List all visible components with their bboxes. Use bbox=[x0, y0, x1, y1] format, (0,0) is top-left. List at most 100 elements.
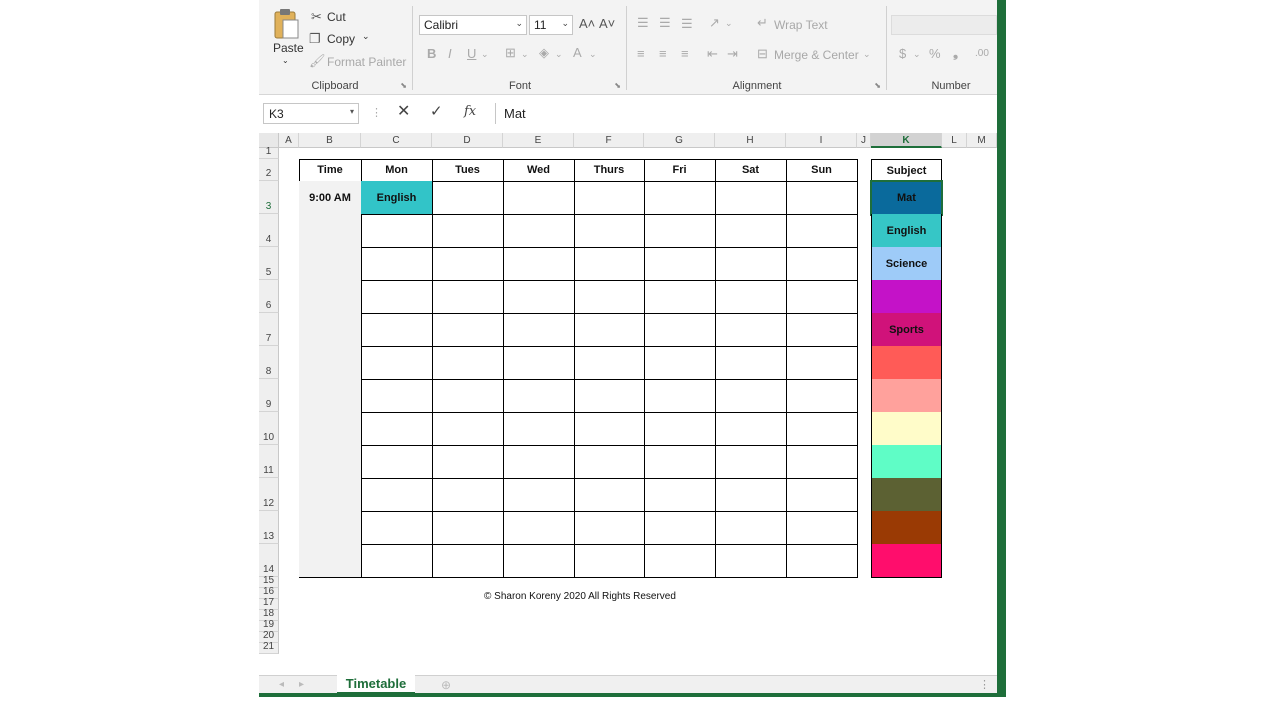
paste-dropdown-icon[interactable]: ⌄ bbox=[282, 56, 289, 65]
subject-item[interactable]: Science bbox=[871, 247, 942, 281]
timetable-cell[interactable] bbox=[503, 214, 575, 248]
row-header-4[interactable]: 4 bbox=[259, 214, 279, 247]
timetable-cell[interactable] bbox=[503, 478, 575, 512]
currency-dropdown-icon[interactable]: ⌄ bbox=[913, 47, 921, 61]
font-launcher-icon[interactable]: ⬊ bbox=[614, 81, 621, 90]
row-header-7[interactable]: 7 bbox=[259, 313, 279, 346]
timetable-cell[interactable] bbox=[574, 313, 645, 347]
timetable-cell[interactable] bbox=[503, 511, 575, 545]
row-header-8[interactable]: 8 bbox=[259, 346, 279, 379]
timetable-cell[interactable] bbox=[644, 280, 716, 314]
row-header-5[interactable]: 5 bbox=[259, 247, 279, 280]
column-header-k[interactable]: K bbox=[871, 133, 942, 148]
timetable-cell[interactable] bbox=[503, 280, 575, 314]
tab-bar-options-icon[interactable]: ⋮ bbox=[979, 678, 990, 692]
timetable-cell[interactable] bbox=[432, 412, 504, 446]
wrap-text-button[interactable]: Wrap Text bbox=[774, 18, 828, 32]
row-header-6[interactable]: 6 bbox=[259, 280, 279, 313]
timetable-cell[interactable] bbox=[644, 544, 716, 578]
subject-item[interactable] bbox=[871, 280, 942, 314]
align-right-icon[interactable]: ≡ bbox=[681, 47, 689, 61]
fill-color-dropdown-icon[interactable]: ⌄ bbox=[555, 47, 563, 61]
timetable-cell[interactable] bbox=[715, 511, 787, 545]
time-cell[interactable] bbox=[299, 214, 362, 248]
timetable-cell[interactable] bbox=[432, 313, 504, 347]
timetable-cell[interactable] bbox=[432, 511, 504, 545]
row-header-13[interactable]: 13 bbox=[259, 511, 279, 544]
timetable-cell[interactable] bbox=[574, 181, 645, 215]
timetable-cell[interactable] bbox=[786, 214, 858, 248]
timetable-cell[interactable] bbox=[361, 280, 433, 314]
timetable-cell[interactable] bbox=[644, 214, 716, 248]
sheet-tab-timetable[interactable]: Timetable bbox=[337, 675, 415, 694]
time-cell[interactable] bbox=[299, 412, 362, 446]
merge-dropdown-icon[interactable]: ⌄ bbox=[863, 47, 871, 61]
timetable-cell[interactable] bbox=[574, 214, 645, 248]
insert-function-icon[interactable]: fx bbox=[464, 105, 476, 119]
timetable-cell[interactable] bbox=[786, 445, 858, 479]
timetable-cell[interactable] bbox=[715, 379, 787, 413]
align-center-icon[interactable]: ≡ bbox=[659, 47, 667, 61]
timetable-cell[interactable] bbox=[644, 181, 716, 215]
comma-style-icon[interactable]: ❟ bbox=[953, 46, 958, 60]
column-header-g[interactable]: G bbox=[644, 133, 715, 148]
timetable-cell[interactable] bbox=[361, 313, 433, 347]
timetable-cell[interactable] bbox=[644, 313, 716, 347]
time-cell[interactable] bbox=[299, 379, 362, 413]
column-header-i[interactable]: I bbox=[786, 133, 857, 148]
format-painter-button[interactable]: 🖌 Format Painter bbox=[309, 53, 409, 71]
timetable-cell[interactable] bbox=[432, 346, 504, 380]
borders-icon[interactable]: ⊞ bbox=[505, 46, 516, 60]
subject-item[interactable] bbox=[871, 445, 942, 479]
increase-indent-icon[interactable]: ⇥ bbox=[727, 47, 738, 61]
copy-dropdown-icon[interactable]: ⌄ bbox=[362, 31, 370, 42]
font-color-icon[interactable]: A bbox=[573, 46, 582, 60]
align-bottom-icon[interactable]: ☰ bbox=[681, 17, 693, 31]
timetable-cell[interactable] bbox=[644, 412, 716, 446]
number-format-select[interactable] bbox=[891, 15, 997, 35]
time-cell[interactable] bbox=[299, 247, 362, 281]
column-header-l[interactable]: L bbox=[942, 133, 967, 148]
column-header-a[interactable]: A bbox=[279, 133, 299, 148]
timetable-cell[interactable] bbox=[361, 544, 433, 578]
timetable-cell[interactable] bbox=[786, 379, 858, 413]
timetable-cell[interactable] bbox=[503, 544, 575, 578]
timetable-cell[interactable] bbox=[361, 346, 433, 380]
timetable-cell[interactable] bbox=[786, 478, 858, 512]
formula-input[interactable]: Mat bbox=[495, 103, 997, 124]
timetable-cell[interactable] bbox=[361, 247, 433, 281]
timetable-cell[interactable] bbox=[715, 214, 787, 248]
timetable-cell[interactable] bbox=[574, 379, 645, 413]
subject-item[interactable] bbox=[871, 544, 942, 578]
timetable-cell[interactable] bbox=[644, 247, 716, 281]
timetable-cell[interactable] bbox=[786, 313, 858, 347]
timetable-cell[interactable] bbox=[361, 445, 433, 479]
column-header-c[interactable]: C bbox=[361, 133, 432, 148]
align-top-icon[interactable]: ☰ bbox=[637, 16, 649, 30]
column-header-e[interactable]: E bbox=[503, 133, 574, 148]
timetable-cell[interactable] bbox=[715, 247, 787, 281]
row-header-10[interactable]: 10 bbox=[259, 412, 279, 445]
fill-color-icon[interactable]: ◈ bbox=[539, 46, 549, 60]
subject-item[interactable] bbox=[871, 511, 942, 545]
add-sheet-icon[interactable]: ⊕ bbox=[441, 678, 451, 692]
column-header-h[interactable]: H bbox=[715, 133, 786, 148]
timetable-cell[interactable] bbox=[574, 544, 645, 578]
timetable-cell[interactable] bbox=[644, 478, 716, 512]
timetable-cell[interactable] bbox=[432, 544, 504, 578]
timetable-cell[interactable] bbox=[503, 181, 575, 215]
timetable-cell[interactable] bbox=[644, 445, 716, 479]
increase-font-size-icon[interactable]: A˄ bbox=[579, 17, 595, 31]
subject-item-selected[interactable]: Mat bbox=[870, 180, 943, 216]
timetable-cell[interactable] bbox=[644, 511, 716, 545]
align-middle-icon[interactable]: ☰ bbox=[659, 16, 671, 30]
timetable-cell[interactable] bbox=[574, 280, 645, 314]
timetable-cell[interactable] bbox=[715, 280, 787, 314]
timetable-cell[interactable] bbox=[432, 214, 504, 248]
more-options-icon[interactable]: ⋮ bbox=[371, 106, 382, 120]
timetable-cell[interactable] bbox=[432, 478, 504, 512]
timetable-cell[interactable] bbox=[503, 445, 575, 479]
currency-icon[interactable]: $ bbox=[899, 47, 906, 61]
timetable-cell[interactable] bbox=[361, 478, 433, 512]
timetable-cell[interactable] bbox=[574, 478, 645, 512]
